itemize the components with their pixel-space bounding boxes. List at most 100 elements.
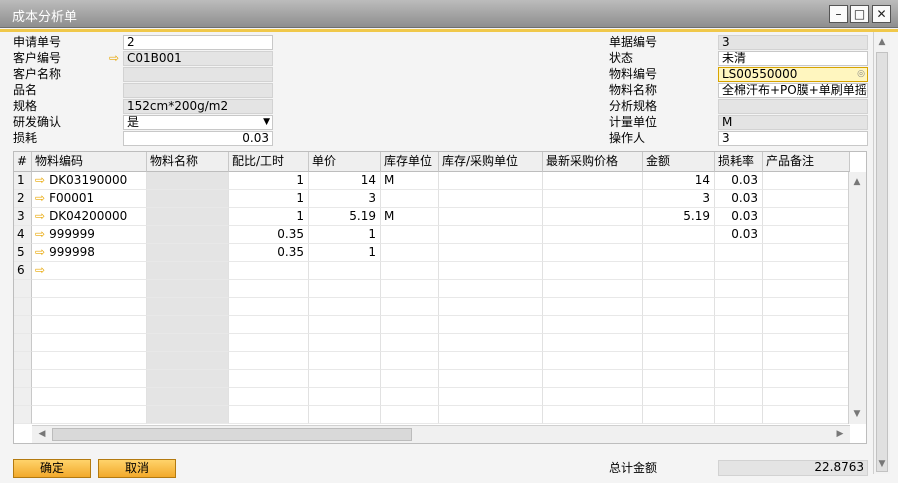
table-cell[interactable] [147, 352, 229, 370]
table-cell[interactable] [763, 334, 850, 352]
table-cell[interactable] [643, 388, 715, 406]
table-cell[interactable]: 0.03 [715, 226, 763, 244]
table-cell[interactable] [229, 334, 309, 352]
link-arrow-icon[interactable]: ⇨ [35, 173, 45, 187]
table-cell[interactable] [32, 352, 147, 370]
grid-horizontal-scrollbar[interactable]: ◀ ▶ [32, 425, 850, 443]
link-arrow-icon[interactable]: ⇨ [107, 52, 121, 64]
table-cell[interactable] [147, 334, 229, 352]
table-cell[interactable] [543, 352, 643, 370]
form-scroll-up-icon[interactable]: ▲ [874, 34, 890, 50]
table-cell[interactable] [763, 172, 850, 190]
table-cell[interactable]: 5.19 [309, 208, 381, 226]
ok-button[interactable]: 确定 [13, 459, 91, 478]
column-header[interactable]: 最新采购价格 [543, 152, 643, 172]
table-cell[interactable] [229, 298, 309, 316]
table-cell[interactable] [439, 352, 543, 370]
link-arrow-icon[interactable]: ⇨ [35, 209, 45, 223]
column-header[interactable]: # [14, 152, 32, 172]
table-cell[interactable] [715, 334, 763, 352]
table-cell[interactable] [32, 406, 147, 424]
table-cell[interactable] [439, 406, 543, 424]
field-select[interactable]: 是 ▼ [123, 115, 273, 130]
table-cell[interactable] [763, 244, 850, 262]
table-cell[interactable] [32, 280, 147, 298]
table-cell[interactable] [543, 334, 643, 352]
table-cell[interactable] [381, 262, 439, 280]
table-cell[interactable]: 3 [309, 190, 381, 208]
column-header[interactable]: 配比/工时 [229, 152, 309, 172]
table-cell[interactable] [439, 244, 543, 262]
table-cell[interactable] [229, 280, 309, 298]
field-input[interactable]: LS00550000 ◎ [718, 67, 868, 82]
table-cell[interactable] [715, 352, 763, 370]
table-cell[interactable] [381, 370, 439, 388]
column-header[interactable]: 库存单位 [381, 152, 439, 172]
table-cell[interactable] [381, 280, 439, 298]
table-cell[interactable] [543, 298, 643, 316]
table-cell[interactable]: M [381, 172, 439, 190]
table-cell[interactable] [715, 262, 763, 280]
table-cell[interactable] [381, 226, 439, 244]
table-cell[interactable] [309, 352, 381, 370]
column-header[interactable]: 金额 [643, 152, 715, 172]
table-cell[interactable] [32, 334, 147, 352]
table-cell[interactable]: ⇨ F00001 [32, 190, 147, 208]
table-cell[interactable] [715, 298, 763, 316]
table-cell[interactable] [715, 388, 763, 406]
cancel-button[interactable]: 取消 [98, 459, 176, 478]
table-cell[interactable] [763, 370, 850, 388]
field-input[interactable]: 全棉汗布+PO膜+单刷单摇 [718, 83, 868, 98]
field-input[interactable]: 3 [718, 131, 868, 146]
table-cell[interactable] [715, 280, 763, 298]
table-cell[interactable] [715, 406, 763, 424]
table-cell[interactable] [32, 370, 147, 388]
table-cell[interactable] [381, 244, 439, 262]
table-cell[interactable]: 0.03 [715, 172, 763, 190]
form-scroll-down-icon[interactable]: ▼ [874, 456, 890, 472]
table-cell[interactable] [715, 370, 763, 388]
table-cell[interactable] [763, 190, 850, 208]
table-cell[interactable] [147, 172, 229, 190]
table-cell[interactable] [147, 190, 229, 208]
table-cell[interactable] [543, 190, 643, 208]
table-cell[interactable]: 14 [309, 172, 381, 190]
table-cell[interactable]: ⇨ 999998 [32, 244, 147, 262]
table-cell[interactable] [381, 298, 439, 316]
table-cell[interactable]: ⇨ 999999 [32, 226, 147, 244]
table-cell[interactable] [643, 262, 715, 280]
table-cell[interactable] [229, 262, 309, 280]
field-input[interactable]: 2 [123, 35, 273, 50]
scroll-down-icon[interactable]: ▼ [849, 406, 865, 422]
material-grid[interactable]: 1 ⇨ DK03190000 1 14 M 14 0.03 2 ⇨ F00001 1 3 3 0.03 3 ⇨ D… [13, 151, 867, 444]
table-cell[interactable]: 14 [643, 172, 715, 190]
table-cell[interactable] [543, 172, 643, 190]
table-cell[interactable]: 0.03 [715, 208, 763, 226]
table-cell[interactable] [229, 316, 309, 334]
horizontal-scroll-thumb[interactable] [52, 428, 412, 441]
table-cell[interactable] [763, 406, 850, 424]
table-cell[interactable] [229, 388, 309, 406]
table-cell[interactable] [32, 388, 147, 406]
table-cell[interactable] [543, 244, 643, 262]
link-arrow-icon[interactable]: ⇨ [35, 227, 45, 241]
table-cell[interactable] [147, 226, 229, 244]
table-cell[interactable] [309, 298, 381, 316]
table-cell[interactable] [229, 370, 309, 388]
table-cell[interactable] [381, 190, 439, 208]
table-cell[interactable] [763, 280, 850, 298]
table-cell[interactable] [309, 370, 381, 388]
table-cell[interactable] [439, 262, 543, 280]
table-cell[interactable] [543, 316, 643, 334]
link-arrow-icon[interactable]: ⇨ [35, 245, 45, 259]
table-cell[interactable] [309, 280, 381, 298]
table-cell[interactable]: M [381, 208, 439, 226]
table-cell[interactable]: ⇨ [32, 262, 147, 280]
table-cell[interactable] [543, 280, 643, 298]
table-cell[interactable] [543, 370, 643, 388]
column-header[interactable]: 损耗率 [715, 152, 763, 172]
table-cell[interactable] [147, 244, 229, 262]
scroll-left-icon[interactable]: ◀ [34, 426, 50, 442]
table-cell[interactable] [439, 334, 543, 352]
table-cell[interactable] [381, 388, 439, 406]
